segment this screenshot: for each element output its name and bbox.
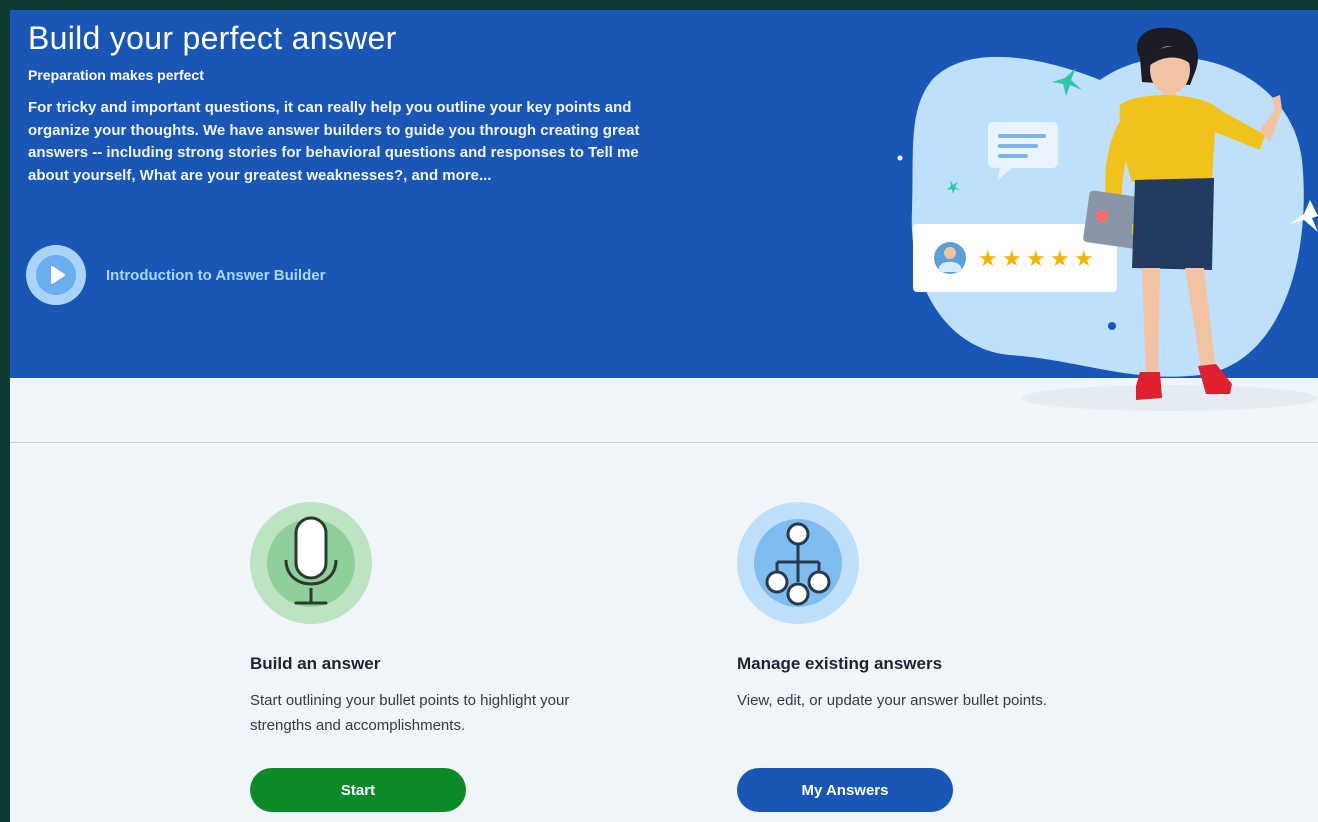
play-button[interactable] (26, 245, 86, 305)
manage-answers-title: Manage existing answers (737, 654, 943, 673)
rating-stars: ★ ★ ★ ★ ★ (978, 247, 1094, 272)
manage-answers-card: Manage existing answers View, edit, or u… (737, 502, 1097, 812)
star-icon: ★ (1050, 247, 1070, 272)
microphone-icon (250, 502, 372, 624)
hero-description: For tricky and important questions, it c… (28, 99, 640, 184)
manage-answers-description: View, edit, or update your answer bullet… (737, 692, 1047, 709)
answer-builder-page: Build your perfect answer Preparation ma… (10, 10, 1318, 822)
start-button[interactable]: Start (250, 768, 466, 812)
build-answer-description: Start outlining your bullet points to hi… (250, 692, 570, 734)
build-answer-title: Build an answer (250, 654, 381, 673)
page-title: Build your perfect answer (28, 20, 397, 56)
tree-structure-icon (737, 502, 859, 624)
intro-video-label: Introduction to Answer Builder (106, 266, 326, 284)
star-icon: ★ (1002, 247, 1022, 272)
intro-video-link[interactable]: Introduction to Answer Builder (26, 244, 325, 306)
section-divider (10, 442, 1318, 443)
star-icon: ★ (1074, 247, 1094, 272)
play-icon (36, 255, 76, 295)
star-icon: ★ (978, 247, 998, 272)
hero-subtitle: Preparation makes perfect (28, 67, 204, 83)
build-answer-card: Build an answer Start outlining your bul… (250, 502, 610, 812)
star-icon: ★ (1026, 247, 1046, 272)
my-answers-button[interactable]: My Answers (737, 768, 953, 812)
woman-illustration: ★ ★ ★ ★ ★ (897, 27, 1318, 411)
